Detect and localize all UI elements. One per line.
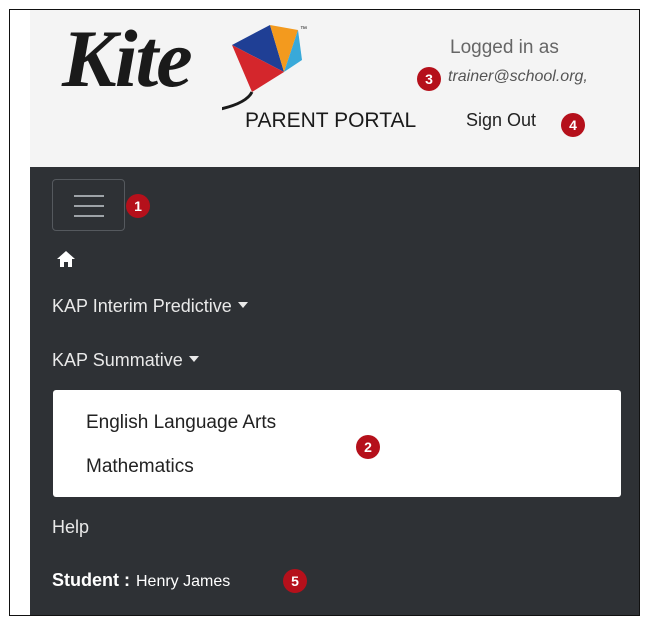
portal-label: PARENT PORTAL xyxy=(245,109,417,132)
login-status-label: Logged in as xyxy=(450,37,559,58)
hamburger-icon-bar xyxy=(74,205,104,207)
student-info: Student : Henry James xyxy=(52,570,230,591)
user-email: trainer@school.org, xyxy=(448,68,588,85)
summative-dropdown: English Language Arts Mathematics xyxy=(53,390,621,497)
help-link[interactable]: Help xyxy=(52,517,89,538)
kite-logo-text[interactable]: Kite xyxy=(62,18,193,100)
student-name: Henry James xyxy=(136,573,231,590)
sign-out-link[interactable]: Sign Out xyxy=(466,110,536,131)
nav-item-label: KAP Interim Predictive xyxy=(52,296,232,316)
nav-item-kap-interim-predictive[interactable]: KAP Interim Predictive xyxy=(52,296,248,317)
hamburger-icon-bar xyxy=(74,215,104,217)
trademark-mark: ™ xyxy=(300,26,307,33)
dropdown-item-english-language-arts[interactable]: English Language Arts xyxy=(86,412,276,434)
student-label: Student : xyxy=(52,570,130,590)
nav-item-kap-summative[interactable]: KAP Summative xyxy=(52,350,199,371)
callout-badge-3: 3 xyxy=(417,67,441,91)
callout-badge-5: 5 xyxy=(283,569,307,593)
caret-down-icon xyxy=(237,302,248,309)
hamburger-icon xyxy=(74,195,104,197)
callout-badge-4: 4 xyxy=(561,113,585,137)
home-icon[interactable] xyxy=(56,250,76,268)
callout-badge-1: 1 xyxy=(126,194,150,218)
menu-toggle-button[interactable] xyxy=(52,179,125,231)
caret-down-icon xyxy=(188,356,199,363)
callout-badge-2: 2 xyxy=(356,435,380,459)
dropdown-item-mathematics[interactable]: Mathematics xyxy=(86,456,194,478)
nav-item-label: KAP Summative xyxy=(52,350,183,370)
kite-logo-icon xyxy=(222,25,302,111)
